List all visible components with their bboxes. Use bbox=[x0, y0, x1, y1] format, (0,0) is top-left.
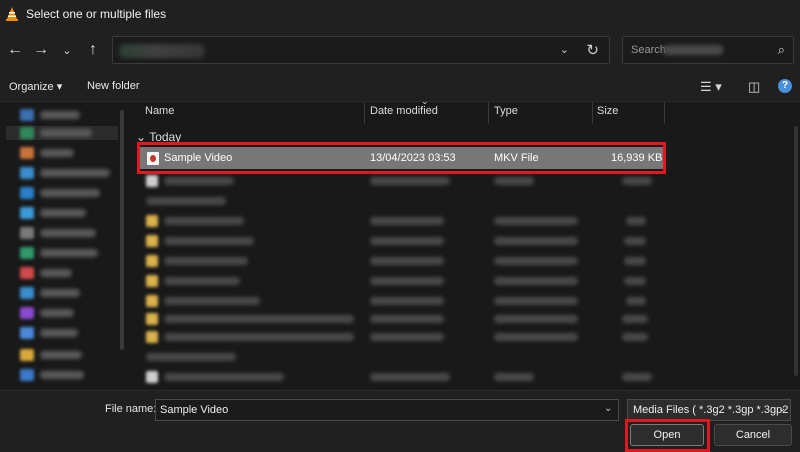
up-arrow-icon[interactable]: ↑ bbox=[82, 39, 104, 61]
title-bar: Select one or multiple files bbox=[0, 0, 800, 28]
column-header-name[interactable]: Name bbox=[145, 105, 174, 125]
selected-file-highlight bbox=[137, 142, 666, 174]
sidebar-item[interactable] bbox=[20, 166, 110, 180]
navigation-bar: ← → ⌄ ↑ ⌄ ↻ Search ⌕ bbox=[0, 28, 800, 72]
cancel-button[interactable]: Cancel bbox=[714, 424, 792, 446]
view-options-icon[interactable]: ☰ ▾ bbox=[700, 79, 722, 95]
file-name-dropdown-chevron-icon[interactable]: ⌄ bbox=[604, 403, 612, 414]
recent-locations-chevron-icon[interactable]: ⌄ bbox=[56, 39, 78, 61]
file-name-label: File name: bbox=[105, 403, 157, 415]
sidebar-item[interactable] bbox=[20, 226, 96, 240]
preview-pane-icon[interactable]: ◫ bbox=[748, 79, 760, 95]
sidebar-item[interactable] bbox=[20, 186, 100, 200]
sidebar-item[interactable] bbox=[20, 146, 74, 160]
organize-label: Organize bbox=[9, 81, 54, 93]
open-button-highlight bbox=[625, 419, 710, 452]
sidebar-item[interactable] bbox=[20, 266, 72, 280]
help-icon[interactable]: ? bbox=[778, 79, 792, 93]
sidebar-item[interactable] bbox=[20, 326, 78, 340]
forward-arrow-icon[interactable]: → bbox=[30, 39, 52, 61]
column-divider bbox=[664, 102, 665, 124]
sidebar-item[interactable] bbox=[20, 286, 80, 300]
sidebar-item[interactable] bbox=[6, 126, 118, 140]
search-location-blurred bbox=[663, 45, 723, 55]
column-header-size[interactable]: Size bbox=[597, 105, 618, 125]
new-folder-button[interactable]: New folder bbox=[87, 80, 140, 92]
sidebar-item[interactable] bbox=[20, 348, 82, 362]
address-bar[interactable]: ⌄ ↻ bbox=[112, 36, 610, 64]
file-type-filter-select[interactable]: Media Files ( *.3g2 *.3gp *.3gp2 bbox=[627, 399, 791, 421]
refresh-icon[interactable]: ↻ bbox=[586, 41, 599, 59]
back-arrow-icon[interactable]: ← bbox=[4, 39, 26, 61]
vlc-cone-icon bbox=[6, 7, 18, 21]
sidebar-item[interactable] bbox=[20, 246, 98, 260]
search-box[interactable]: Search ⌕ bbox=[622, 36, 794, 64]
organize-button[interactable]: Organize ▾ bbox=[9, 80, 62, 93]
sidebar-item[interactable] bbox=[20, 206, 86, 220]
navigation-pane bbox=[0, 102, 130, 390]
address-dropdown-chevron-icon[interactable]: ⌄ bbox=[560, 43, 569, 56]
column-divider bbox=[592, 102, 593, 124]
sidebar-scrollbar[interactable] bbox=[120, 110, 124, 350]
sidebar-item[interactable] bbox=[20, 368, 84, 382]
search-icon[interactable]: ⌕ bbox=[778, 42, 785, 58]
window-title: Select one or multiple files bbox=[26, 7, 167, 21]
filter-dropdown-chevron-icon[interactable]: ⌄ bbox=[778, 403, 786, 414]
sidebar-item[interactable] bbox=[20, 306, 74, 320]
file-list-scrollbar[interactable] bbox=[794, 126, 798, 376]
sidebar-item[interactable] bbox=[20, 108, 80, 122]
column-header-type[interactable]: Type bbox=[494, 105, 518, 125]
command-bar: Organize ▾ New folder ☰ ▾ ◫ ? bbox=[0, 72, 800, 102]
breadcrumb bbox=[119, 44, 205, 58]
file-name-input[interactable]: Sample Video bbox=[155, 399, 619, 421]
column-divider bbox=[488, 102, 489, 124]
search-placeholder: Search bbox=[631, 44, 666, 56]
column-divider bbox=[364, 102, 365, 124]
column-header-date-modified[interactable]: Date modified bbox=[370, 105, 438, 125]
